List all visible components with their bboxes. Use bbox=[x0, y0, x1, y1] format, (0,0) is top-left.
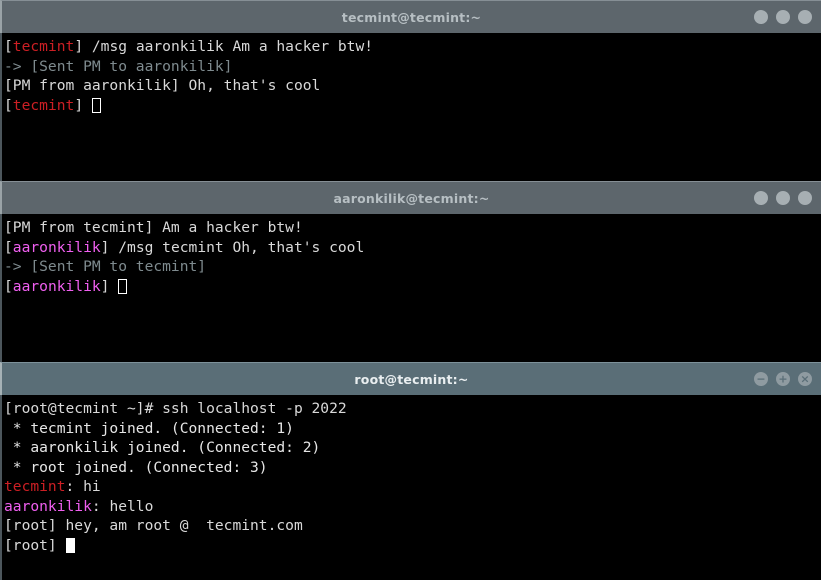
terminal-line: * tecmint joined. (Connected: 1) bbox=[4, 419, 821, 439]
terminal-text: tecmint bbox=[12, 38, 75, 55]
maximize-button[interactable]: + bbox=[776, 372, 790, 386]
terminal-cursor bbox=[65, 537, 75, 553]
terminal-text: [ bbox=[4, 277, 13, 295]
terminal-line: [root] bbox=[4, 536, 821, 556]
terminal-text: * aaronkilik joined. (Connected: 2) bbox=[4, 439, 321, 456]
terminal-text: -> [Sent PM to aaronkilik] bbox=[4, 57, 233, 75]
terminal-cursor bbox=[91, 97, 101, 113]
terminal-output-aaronkilik[interactable]: [PM from tecmint] Am a hacker btw! [aaron… bbox=[0, 214, 821, 362]
terminal-text: [root@tecmint ~]# ssh localhost -p 2022 bbox=[4, 400, 347, 417]
terminal-text: aaronkilik bbox=[4, 497, 92, 515]
terminal-line: [root] hey, am root @ tecmint.com bbox=[4, 516, 821, 536]
terminal-output-tecmint[interactable]: [tecmint] /msg aaronkilik Am a hacker bt… bbox=[0, 33, 821, 181]
close-button[interactable]: × bbox=[798, 372, 812, 386]
terminal-text: ] bbox=[100, 277, 119, 295]
terminal-text: [ bbox=[4, 238, 13, 256]
window-controls bbox=[754, 1, 812, 33]
terminal-text: * tecmint joined. (Connected: 1) bbox=[4, 419, 294, 437]
terminal-line: [root@tecmint ~]# ssh localhost -p 2022 bbox=[4, 399, 821, 419]
window-title: tecmint@tecmint:~ bbox=[341, 9, 482, 25]
terminal-window-tecmint[interactable]: tecmint@tecmint:~ [tecmint] /msg aaronki… bbox=[0, 0, 821, 181]
terminal-text: [ bbox=[4, 38, 13, 55]
terminal-line: * root joined. (Connected: 3) bbox=[4, 458, 821, 478]
terminal-text: [ bbox=[4, 96, 13, 114]
terminal-text: [PM from aaronkilik] Oh, that's cool bbox=[4, 77, 321, 94]
terminal-text: [root] bbox=[4, 536, 66, 554]
window-controls bbox=[754, 182, 812, 214]
close-icon: × bbox=[800, 372, 810, 385]
terminal-cursor bbox=[118, 278, 128, 294]
terminal-output-root[interactable]: [root@tecmint ~]# ssh localhost -p 2022 … bbox=[0, 395, 821, 580]
terminal-text: tecmint bbox=[12, 96, 75, 114]
window-controls: − + × bbox=[754, 363, 812, 395]
terminal-text: ] bbox=[74, 96, 92, 114]
terminal-line: * aaronkilik joined. (Connected: 2) bbox=[4, 438, 821, 458]
terminal-window-root[interactable]: root@tecmint:~ − + × [root@tecmint ~]# s… bbox=[0, 362, 821, 580]
terminal-text: * root joined. (Connected: 3) bbox=[4, 458, 268, 476]
terminal-line: -> [Sent PM to aaronkilik] bbox=[4, 57, 821, 77]
terminal-text: [root] hey, am root @ tecmint.com bbox=[4, 517, 303, 534]
titlebar-tecmint[interactable]: tecmint@tecmint:~ bbox=[0, 0, 821, 33]
minimize-button[interactable] bbox=[754, 10, 768, 24]
terminal-line: [PM from aaronkilik] Oh, that's cool bbox=[4, 76, 821, 96]
terminal-line: [aaronkilik] bbox=[4, 277, 821, 297]
terminal-text: ] /msg tecmint Oh, that's cool bbox=[100, 238, 365, 256]
titlebar-aaronkilik[interactable]: aaronkilik@tecmint:~ bbox=[0, 181, 821, 214]
window-title: root@tecmint:~ bbox=[354, 371, 469, 387]
terminal-line: [tecmint] /msg aaronkilik Am a hacker bt… bbox=[4, 37, 821, 57]
terminal-window-aaronkilik[interactable]: aaronkilik@tecmint:~ [PM from tecmint] A… bbox=[0, 181, 821, 362]
maximize-button[interactable] bbox=[776, 191, 790, 205]
terminal-text: [PM from tecmint] Am a hacker btw! bbox=[4, 219, 303, 236]
terminal-text: -> [Sent PM to tecmint] bbox=[4, 258, 207, 275]
terminal-text: ] /msg aaronkilik Am a hacker btw! bbox=[74, 38, 374, 55]
maximize-button[interactable] bbox=[776, 10, 790, 24]
terminal-line: tecmint: hi bbox=[4, 477, 821, 497]
terminal-line: aaronkilik: hello bbox=[4, 497, 821, 517]
terminal-text: aaronkilik bbox=[12, 277, 101, 295]
terminal-line: -> [Sent PM to tecmint] bbox=[4, 257, 821, 277]
minimize-button[interactable]: − bbox=[754, 372, 768, 386]
minimize-icon: − bbox=[756, 372, 766, 385]
terminal-text: aaronkilik bbox=[12, 238, 101, 256]
maximize-icon: + bbox=[778, 372, 788, 385]
titlebar-root[interactable]: root@tecmint:~ − + × bbox=[0, 362, 821, 395]
terminal-line: [aaronkilik] /msg tecmint Oh, that's coo… bbox=[4, 238, 821, 258]
terminal-text: tecmint bbox=[4, 478, 66, 495]
minimize-button[interactable] bbox=[754, 191, 768, 205]
terminal-line: [tecmint] bbox=[4, 96, 821, 116]
close-button[interactable] bbox=[798, 10, 812, 24]
terminal-text: : hi bbox=[65, 478, 101, 495]
desktop: tecmint@tecmint:~ [tecmint] /msg aaronki… bbox=[0, 0, 821, 580]
terminal-line: [PM from tecmint] Am a hacker btw! bbox=[4, 218, 821, 238]
window-title: aaronkilik@tecmint:~ bbox=[333, 190, 490, 206]
terminal-text: : hello bbox=[91, 497, 154, 515]
close-button[interactable] bbox=[798, 191, 812, 205]
